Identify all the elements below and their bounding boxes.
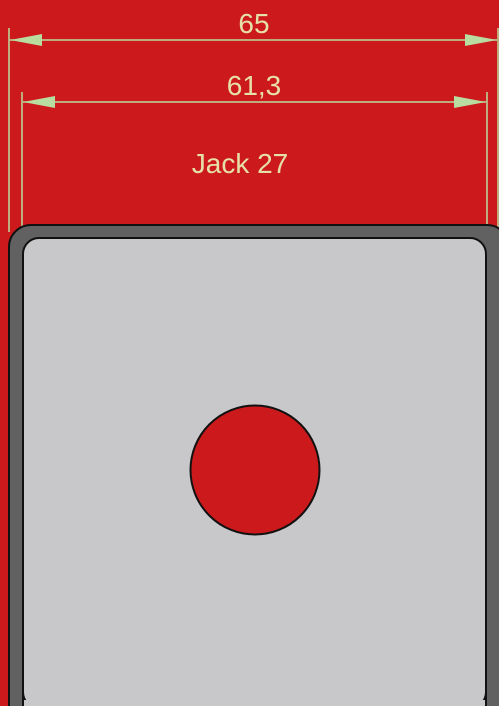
part-label: Jack 27 — [192, 148, 289, 179]
inner-dimension-label: 61,3 — [227, 70, 282, 101]
outer-dimension-label: 65 — [238, 8, 269, 39]
technical-drawing: 65 61,3 Jack 27 — [0, 0, 499, 706]
center-hole — [189, 404, 321, 536]
plate-bottom-fill — [23, 700, 486, 706]
drawing-canvas: 65 61,3 Jack 27 — [0, 0, 499, 706]
